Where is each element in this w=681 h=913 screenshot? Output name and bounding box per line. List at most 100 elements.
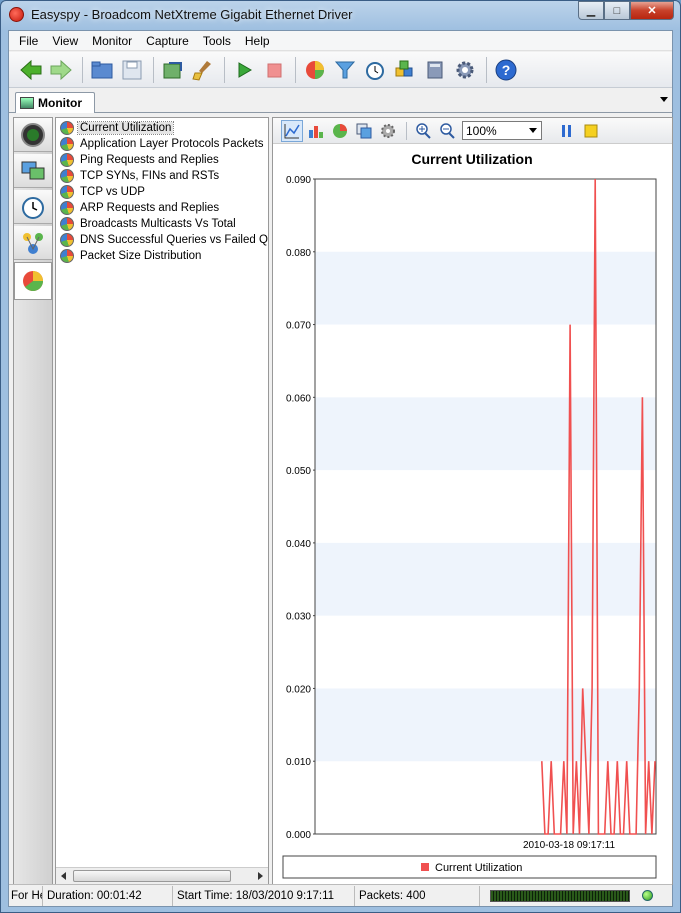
toolbar-separator xyxy=(406,121,407,140)
zoom-select[interactable]: 100% xyxy=(462,121,542,140)
help-icon[interactable]: ? xyxy=(492,56,520,84)
pie-chart-icon xyxy=(60,169,74,183)
chart-title: Current Utilization xyxy=(411,151,532,167)
filter-icon[interactable] xyxy=(331,56,359,84)
tree-item-broadcasts-multicasts[interactable]: Broadcasts Multicasts Vs Total xyxy=(56,216,268,232)
menu-tools[interactable]: Tools xyxy=(196,34,238,48)
toolbar-separator xyxy=(224,56,225,83)
pie-chart-icon xyxy=(333,123,347,138)
traffic-meter xyxy=(490,889,630,902)
zoom-out-button[interactable] xyxy=(436,120,458,142)
tree-item-tcp-syns[interactable]: TCP SYNs, FINs and RSTs xyxy=(56,168,268,184)
menu-view[interactable]: View xyxy=(45,34,85,48)
clear-icon[interactable] xyxy=(189,56,217,84)
document-tabs: Monitor xyxy=(9,89,672,113)
chart-legend: Current Utilization xyxy=(282,855,657,879)
tree-item-dns-queries[interactable]: DNS Successful Queries vs Failed Queries xyxy=(56,232,268,248)
note-button[interactable] xyxy=(580,120,602,142)
scroll-right-icon[interactable] xyxy=(258,872,263,880)
application-window: Easyspy - Broadcom NetXtreme Gigabit Eth… xyxy=(0,0,681,913)
chart-panel: 100% Current Utilization 0.000 0.010 0.020… xyxy=(272,117,673,885)
copy-icon xyxy=(356,123,372,138)
line-chart-icon xyxy=(284,123,300,138)
log-icon[interactable] xyxy=(421,56,449,84)
tree-item-current-utilization[interactable]: Current Utilization xyxy=(56,120,268,136)
scrollbar-thumb[interactable] xyxy=(73,870,231,882)
note-icon xyxy=(584,124,598,137)
window-controls: ▁ □ ✕ xyxy=(578,1,674,20)
zoom-in-icon xyxy=(416,122,431,139)
status-start-time: Start Time: 18/03/2010 9:17:11 xyxy=(173,885,355,906)
bar-chart-button[interactable] xyxy=(305,120,327,142)
open-folder-icon[interactable] xyxy=(88,56,116,84)
schedule-icon[interactable] xyxy=(361,56,389,84)
toolbar-separator xyxy=(486,56,487,83)
tree-item-application-layer-protocols[interactable]: Application Layer Protocols Packets xyxy=(56,136,268,152)
monitors-view-button[interactable] xyxy=(14,154,52,188)
packets-icon[interactable] xyxy=(391,56,419,84)
network-view-button[interactable] xyxy=(14,226,52,260)
tree-item-packet-size-distribution[interactable]: Packet Size Distribution xyxy=(56,248,268,264)
line-chart-button[interactable] xyxy=(281,119,303,142)
app-icon[interactable] xyxy=(9,7,24,22)
minimize-button[interactable]: ▁ xyxy=(578,1,604,20)
toolbar-separator xyxy=(153,56,154,83)
export-icon[interactable] xyxy=(159,56,187,84)
chart-toolbar: 100% xyxy=(273,118,672,144)
x-tick-label: 2010-03-18 09:17:11 xyxy=(523,840,616,851)
toolbar-separator xyxy=(82,56,83,83)
zoom-value: 100% xyxy=(466,123,497,138)
status-duration: Duration: 00:01:42 xyxy=(43,885,173,906)
pause-button[interactable] xyxy=(556,120,578,142)
menu-help[interactable]: Help xyxy=(238,34,277,48)
y-tick-label: 0.090 xyxy=(286,175,311,186)
pie-chart-icon xyxy=(60,201,74,215)
pie-chart-icon xyxy=(60,153,74,167)
grid-band xyxy=(315,688,656,762)
chart-settings-button[interactable] xyxy=(377,120,399,142)
y-tick-label: 0.020 xyxy=(286,684,311,695)
chevron-down-icon xyxy=(529,128,537,133)
scroll-left-icon[interactable] xyxy=(61,872,66,880)
pie-chart-button[interactable] xyxy=(329,120,351,142)
close-button[interactable]: ✕ xyxy=(630,1,674,20)
capture-status-led-icon xyxy=(642,890,653,901)
legend-swatch xyxy=(421,863,429,871)
settings-icon[interactable] xyxy=(451,56,479,84)
svg-text:?: ? xyxy=(502,62,511,78)
start-capture-icon[interactable] xyxy=(230,56,258,84)
copy-chart-button[interactable] xyxy=(353,120,375,142)
schedule-view-button[interactable] xyxy=(14,190,52,224)
menu-file[interactable]: File xyxy=(12,34,45,48)
tab-list-dropdown-icon[interactable] xyxy=(660,97,668,102)
menu-monitor[interactable]: Monitor xyxy=(85,34,139,48)
save-icon[interactable] xyxy=(118,56,146,84)
y-tick-label: 0.080 xyxy=(286,248,311,259)
zoom-in-button[interactable] xyxy=(412,120,434,142)
tree-item-arp-requests[interactable]: ARP Requests and Replies xyxy=(56,200,268,216)
tree-horizontal-scrollbar[interactable] xyxy=(56,867,268,884)
maximize-button[interactable]: □ xyxy=(604,1,630,20)
pie-chart-icon xyxy=(23,271,43,291)
statistics-view-button[interactable] xyxy=(14,262,52,300)
tab-monitor[interactable]: Monitor xyxy=(15,92,95,113)
y-axis-ticks: 0.000 0.010 0.020 0.030 0.040 0.050 0.060 0.070… xyxy=(286,175,315,841)
tree-item-ping-requests[interactable]: Ping Requests and Replies xyxy=(56,152,268,168)
main-toolbar: ? xyxy=(9,52,672,88)
stop-capture-icon[interactable] xyxy=(260,56,288,84)
status-hint: For He xyxy=(9,885,43,906)
menu-capture[interactable]: Capture xyxy=(139,34,196,48)
radar-view-button[interactable] xyxy=(14,118,52,152)
grid-band xyxy=(315,542,656,616)
status-packets: Packets: 400 xyxy=(355,885,480,906)
y-tick-label: 0.000 xyxy=(286,830,311,841)
title-bar[interactable]: Easyspy - Broadcom NetXtreme Gigabit Eth… xyxy=(1,1,680,29)
statistics-icon[interactable] xyxy=(301,56,329,84)
gear-icon xyxy=(381,123,395,138)
back-icon[interactable] xyxy=(17,56,45,84)
y-tick-label: 0.040 xyxy=(286,539,311,550)
view-switcher xyxy=(13,117,53,885)
grid-band xyxy=(315,397,656,471)
tree-item-tcp-vs-udp[interactable]: TCP vs UDP xyxy=(56,184,268,200)
forward-icon[interactable] xyxy=(47,56,75,84)
